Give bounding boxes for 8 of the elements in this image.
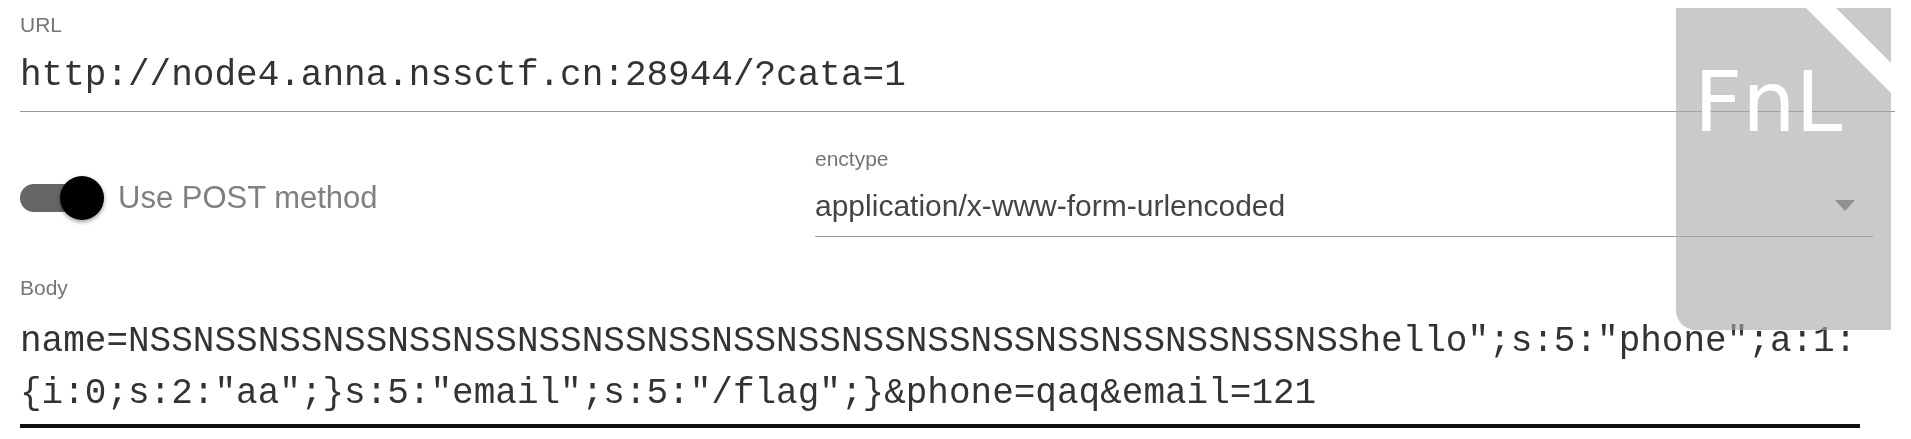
toggle-switch[interactable]	[20, 175, 104, 220]
field-label: enctype	[815, 148, 890, 169]
field-label: URL	[20, 12, 63, 35]
field-label: Body	[20, 277, 69, 298]
body-field[interactable]: name=NSSNSSNSSNSSNSSNSSNSSNSSNSSNSSNSSNSSNSSNSSNSSNSSNSSNSSNSShello";s:5:"phone";a:1:{i:0;s:2:"aa";}s:5:"email";s:5:"/flag";}&phone=qaq&email=121	[20, 298, 1860, 428]
toggle-label: Use POST method	[118, 178, 378, 217]
enctype-select[interactable]: application/x-www-form-urlencoded	[815, 169, 1873, 237]
dropdown-caret-icon	[1835, 200, 1855, 211]
